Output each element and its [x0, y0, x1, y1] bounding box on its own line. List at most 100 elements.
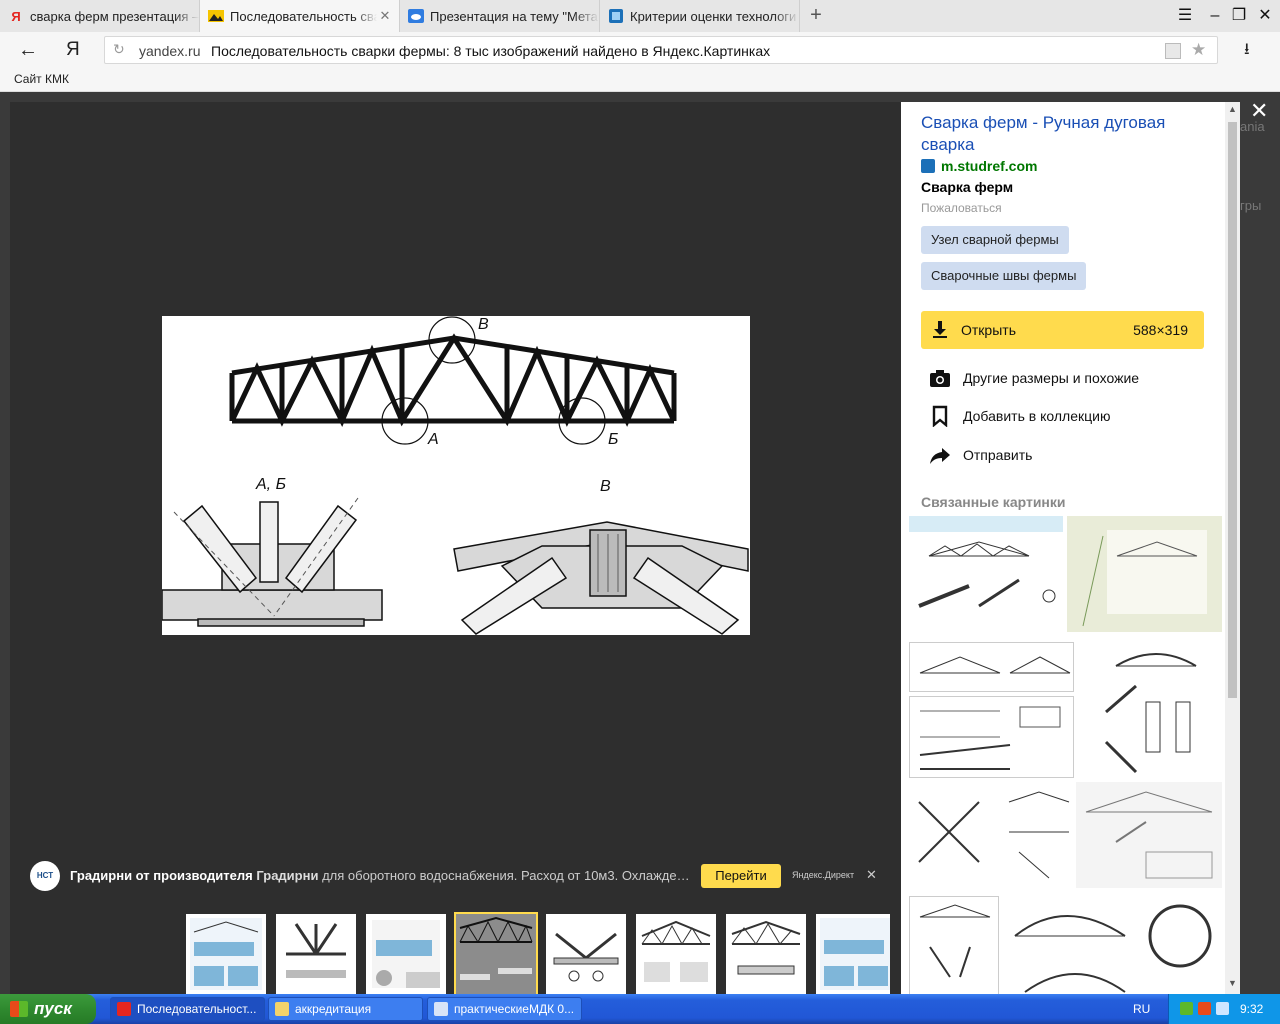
source-site-link[interactable]: m.studref.com: [921, 158, 1037, 174]
task-label: Последовательност...: [137, 1002, 257, 1016]
thumbnail[interactable]: [816, 914, 890, 994]
tab-images[interactable]: Последовательность сварки ✕: [200, 0, 400, 32]
download-icon[interactable]: ⭳: [1244, 38, 1250, 65]
start-label: пуск: [34, 999, 72, 1018]
tab-title: Критерии оценки технологи: [630, 8, 797, 24]
yandex-images-icon: [208, 8, 224, 24]
site-favicon-icon: [921, 159, 935, 173]
related-image[interactable]: [1076, 782, 1222, 888]
ad-text[interactable]: Градирни от производителя Градирни для о…: [70, 868, 690, 883]
related-image[interactable]: [909, 696, 1074, 778]
thumbnail[interactable]: [636, 914, 716, 994]
tag-button[interactable]: Сварочные швы фермы: [921, 262, 1087, 290]
ad-banner[interactable]: НСТ Градирни от производителя Градирни д…: [30, 856, 890, 896]
source-description: Сварка ферм: [921, 179, 1014, 195]
related-image[interactable]: [1076, 642, 1222, 778]
tab-search[interactable]: Я сварка ферм презентация –: [0, 0, 200, 32]
similar-images-action[interactable]: Другие размеры и похожие: [929, 366, 1139, 390]
task-label: аккредитация: [295, 1002, 372, 1016]
complain-link[interactable]: Пожаловаться: [921, 201, 1002, 215]
tab-close-icon[interactable]: ✕: [377, 8, 393, 24]
tab-presentation[interactable]: Презентация на тему "Мета: [400, 0, 600, 32]
scroll-down-icon[interactable]: ▼: [1228, 978, 1237, 988]
ad-brand: Градирни: [256, 868, 319, 883]
bookmark-icon: [932, 405, 948, 427]
back-arrow-icon[interactable]: ←: [16, 38, 40, 62]
thumbnail[interactable]: [366, 914, 446, 994]
menu-icon[interactable]: ☰: [1172, 4, 1198, 28]
thumbnail[interactable]: [546, 914, 626, 994]
taskbar-item-browser[interactable]: Последовательност...: [110, 997, 265, 1021]
source-title-link[interactable]: Сварка ферм - Ручная дуговая сварка: [921, 112, 1211, 156]
task-label: практическиеМДК 0...: [454, 1002, 575, 1016]
ad-go-button[interactable]: Перейти: [701, 864, 781, 888]
scrollbar-thumb[interactable]: [1228, 122, 1237, 698]
taskbar-item-word[interactable]: практическиеМДК 0...: [427, 997, 582, 1021]
yandex-browser-icon: [117, 1002, 131, 1016]
ad-body: для оборотного водоснабжения. Расход от …: [322, 868, 690, 883]
download-icon: [933, 321, 947, 338]
tab-strip: Я сварка ферм презентация – Последовател…: [0, 0, 1280, 32]
bookmark-star-icon[interactable]: ★: [1191, 40, 1206, 60]
address-domain: yandex.ru: [139, 43, 201, 59]
word-document-icon: [434, 1002, 448, 1016]
image-info-panel: Сварка ферм - Ручная дуговая сварка m.st…: [901, 102, 1225, 994]
related-image[interactable]: [909, 642, 1074, 692]
thumbnail-selected[interactable]: [454, 912, 538, 996]
network-icon[interactable]: [1180, 1002, 1193, 1015]
related-image[interactable]: [1067, 516, 1222, 632]
ad-logo: НСТ: [30, 861, 60, 891]
reload-icon[interactable]: ↻: [113, 41, 125, 58]
address-title: Последовательность сварки фермы: 8 тыс и…: [211, 43, 771, 59]
cloud-icon: [408, 8, 424, 24]
add-to-collection-action[interactable]: Добавить в коллекцию: [929, 404, 1110, 428]
label-ab: А, Б: [255, 476, 286, 493]
tab-criteria[interactable]: Критерии оценки технологи: [600, 0, 800, 32]
restore-icon[interactable]: ❐: [1226, 4, 1252, 28]
start-button[interactable]: пуск: [0, 994, 96, 1024]
label-b: Б: [608, 431, 618, 448]
tab-title: Последовательность сварки: [230, 8, 377, 24]
label-v: В: [600, 478, 611, 495]
folder-icon: [275, 1002, 289, 1016]
thumbnail[interactable]: [186, 914, 266, 994]
minimize-icon[interactable]: –: [1202, 4, 1228, 28]
panel-scrollbar[interactable]: ▲ ▼: [1225, 102, 1240, 994]
thumbnail[interactable]: [726, 914, 806, 994]
related-image[interactable]: [1005, 896, 1222, 994]
ad-close-icon[interactable]: ✕: [866, 867, 877, 883]
windows-flag-icon: [10, 1001, 28, 1017]
related-image[interactable]: [909, 896, 999, 994]
action-label: Другие размеры и похожие: [963, 370, 1140, 386]
book-icon: [608, 8, 624, 24]
open-label: Открыть: [961, 322, 1016, 338]
thumbnail[interactable]: [276, 914, 356, 994]
new-tab-button[interactable]: +: [803, 3, 829, 29]
related-image[interactable]: [909, 782, 1074, 888]
camera-icon: [930, 370, 950, 387]
scroll-up-icon[interactable]: ▲: [1228, 104, 1237, 114]
bookmark-item[interactable]: Сайт КМК: [14, 72, 69, 86]
security-icon[interactable]: [1198, 1002, 1211, 1015]
close-window-icon[interactable]: ✕: [1252, 4, 1278, 28]
open-image-button[interactable]: Открыть 588×319: [921, 311, 1204, 349]
related-image[interactable]: [909, 516, 1063, 632]
protect-icon[interactable]: [1165, 43, 1181, 59]
ad-source[interactable]: Яндекс.Директ: [792, 870, 854, 880]
main-image[interactable]: В А Б А, Б В: [161, 316, 750, 635]
source-site: m.studref.com: [941, 158, 1038, 174]
taskbar: пуск Последовательност... аккредитация п…: [0, 994, 1280, 1024]
yandex-logo-icon[interactable]: Я: [66, 38, 86, 62]
tag-button[interactable]: Узел сварной фермы: [921, 226, 1069, 254]
taskbar-item-folder[interactable]: аккредитация: [268, 997, 423, 1021]
address-bar[interactable]: ↻ yandex.ru Последовательность сварки фе…: [104, 36, 1218, 64]
clock: 9:32: [1240, 1002, 1264, 1016]
yandex-icon: Я: [11, 8, 21, 24]
share-arrow-icon: [930, 448, 950, 464]
language-indicator[interactable]: RU: [1133, 1002, 1150, 1016]
volume-icon[interactable]: [1216, 1002, 1229, 1015]
share-action[interactable]: Отправить: [929, 443, 1032, 467]
ad-title: Градирни от производителя: [70, 868, 253, 883]
background-text: ania: [1240, 119, 1265, 134]
background-text: гры: [1240, 198, 1262, 213]
